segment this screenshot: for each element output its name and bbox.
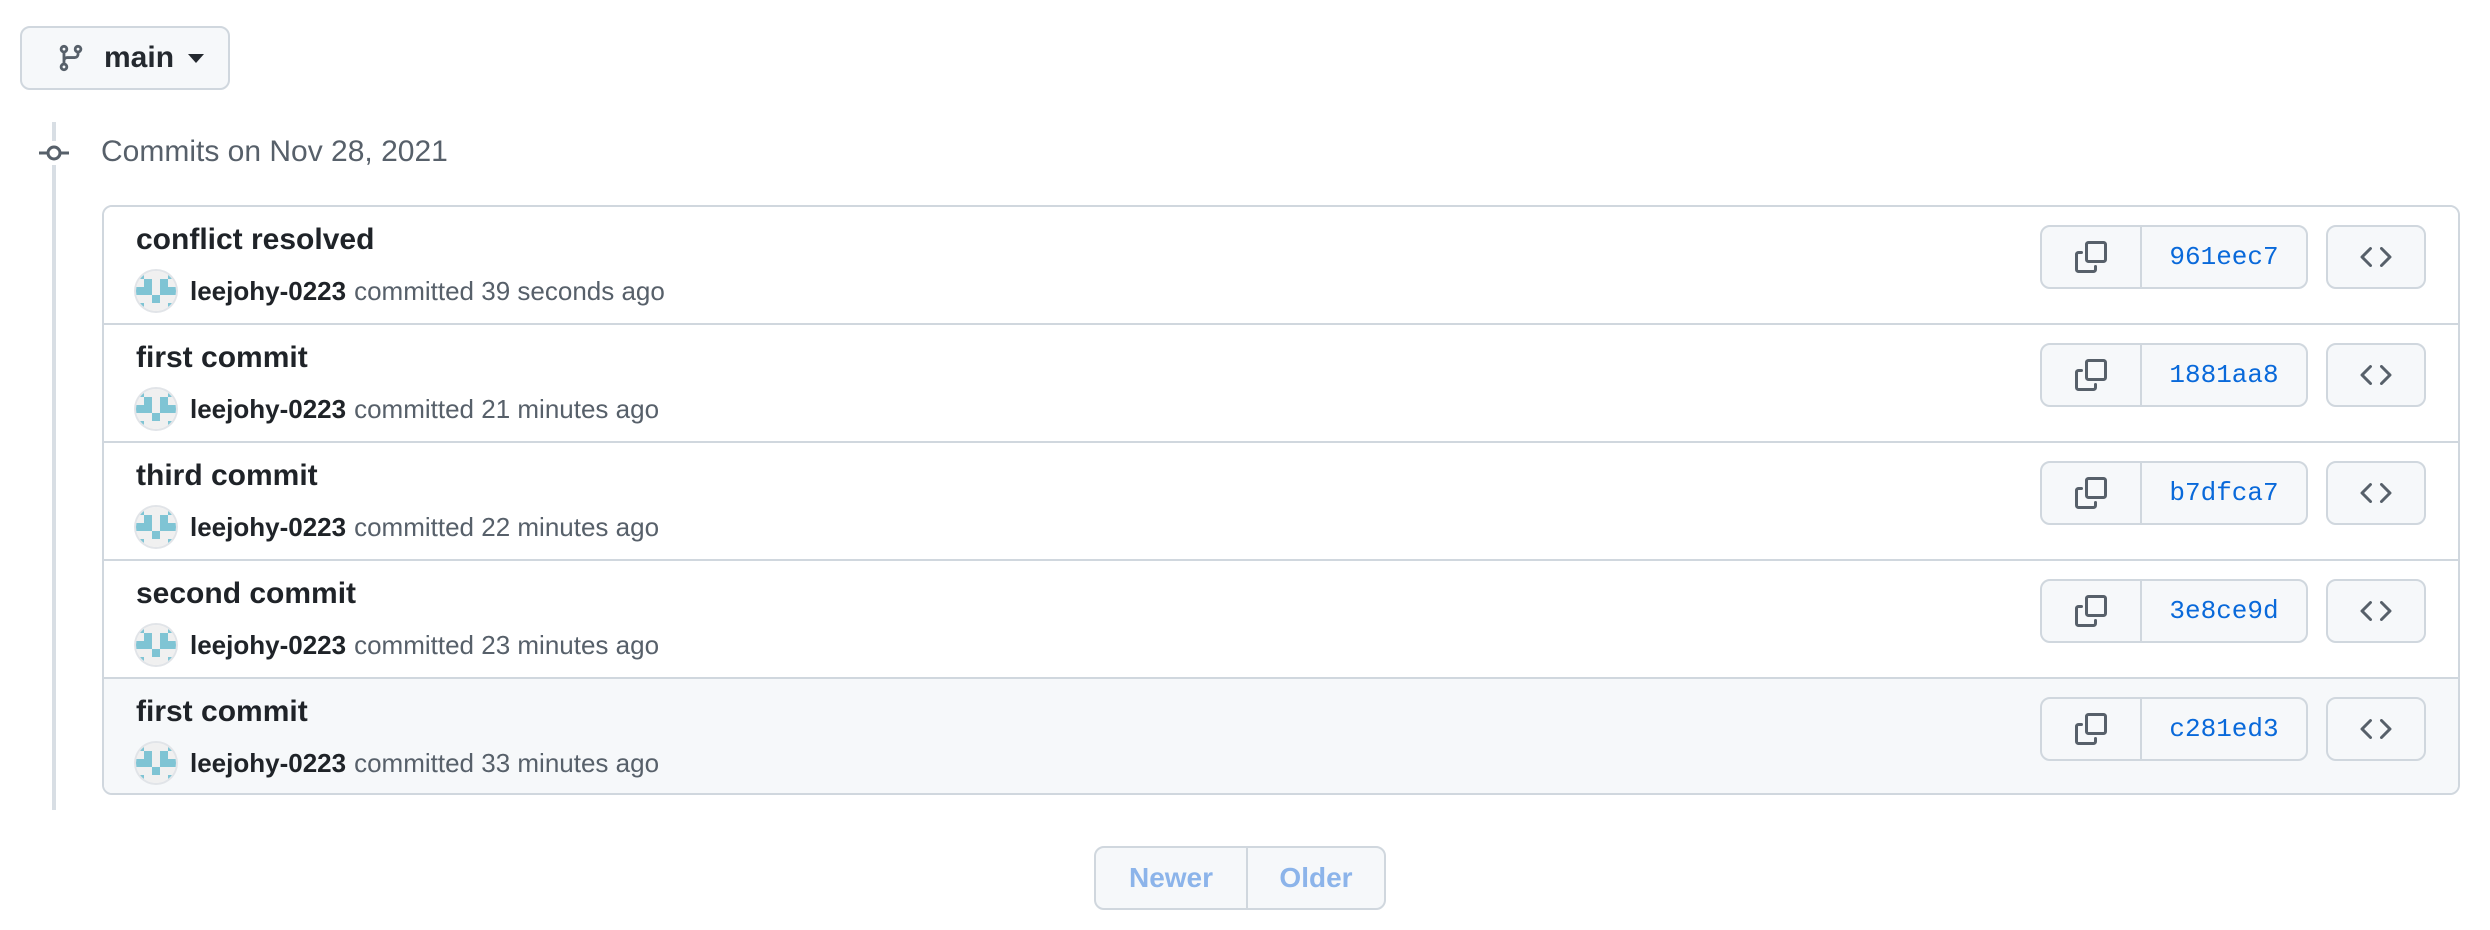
commit-row: first commit leejohy-0223 committed 33 m… — [104, 677, 2458, 793]
commit-sha-link[interactable]: 1881aa8 — [2142, 345, 2306, 405]
commit-row: third commit leejohy-0223 committed 22 m… — [104, 441, 2458, 559]
commit-list: conflict resolved leejohy-0223 committed… — [102, 205, 2460, 795]
commit-author[interactable]: leejohy-0223 — [190, 276, 346, 307]
commit-meta: leejohy-0223 committed 21 minutes ago — [136, 389, 659, 429]
commit-sha-link[interactable]: b7dfca7 — [2142, 463, 2306, 523]
commit-author[interactable]: leejohy-0223 — [190, 394, 346, 425]
git-branch-icon — [56, 43, 86, 73]
caret-down-icon — [188, 53, 205, 63]
code-icon — [2360, 241, 2392, 273]
copy-icon — [2075, 241, 2107, 273]
commit-meta: leejohy-0223 committed 33 minutes ago — [136, 743, 659, 783]
commit-meta: leejohy-0223 committed 23 minutes ago — [136, 625, 659, 665]
copy-icon — [2075, 359, 2107, 391]
code-icon — [2360, 713, 2392, 745]
avatar[interactable] — [136, 507, 176, 547]
timeline-line — [52, 122, 56, 810]
commit-meta: leejohy-0223 committed 22 minutes ago — [136, 507, 659, 547]
pagination: Newer Older — [1094, 846, 1386, 910]
commit-action: committed — [354, 511, 475, 542]
avatar[interactable] — [136, 389, 176, 429]
code-icon — [2360, 595, 2392, 627]
copy-sha-button[interactable] — [2042, 699, 2142, 759]
avatar[interactable] — [136, 271, 176, 311]
copy-sha-button[interactable] — [2042, 227, 2142, 287]
sha-button-group: 1881aa8 — [2040, 343, 2308, 407]
code-icon — [2360, 359, 2392, 391]
sha-button-group: 3e8ce9d — [2040, 579, 2308, 643]
copy-sha-button[interactable] — [2042, 463, 2142, 523]
commit-meta: leejohy-0223 committed 39 seconds ago — [136, 271, 665, 311]
commit-action: committed — [354, 629, 475, 660]
copy-sha-button[interactable] — [2042, 345, 2142, 405]
commit-time: 39 seconds ago — [481, 275, 665, 306]
commit-author[interactable]: leejohy-0223 — [190, 748, 346, 779]
commit-sha-link[interactable]: 961eec7 — [2142, 227, 2306, 287]
code-icon — [2360, 477, 2392, 509]
branch-name: main — [104, 41, 175, 74]
commit-title[interactable]: second commit — [136, 577, 356, 611]
browse-repo-button[interactable] — [2326, 697, 2426, 761]
commit-action: committed — [354, 275, 475, 306]
commit-author[interactable]: leejohy-0223 — [190, 512, 346, 543]
commit-time: 33 minutes ago — [481, 747, 660, 778]
commit-sha-link[interactable]: 3e8ce9d — [2142, 581, 2306, 641]
avatar[interactable] — [136, 743, 176, 783]
sha-button-group: 961eec7 — [2040, 225, 2308, 289]
older-button[interactable]: Older — [1248, 848, 1384, 908]
commit-time: 22 minutes ago — [481, 511, 660, 542]
sha-button-group: c281ed3 — [2040, 697, 2308, 761]
browse-repo-button[interactable] — [2326, 343, 2426, 407]
commit-title[interactable]: first commit — [136, 695, 308, 729]
copy-sha-button[interactable] — [2042, 581, 2142, 641]
commit-title[interactable]: third commit — [136, 459, 318, 493]
commit-row: conflict resolved leejohy-0223 committed… — [104, 207, 2458, 323]
commit-action: committed — [354, 747, 475, 778]
sha-button-group: b7dfca7 — [2040, 461, 2308, 525]
commit-author[interactable]: leejohy-0223 — [190, 630, 346, 661]
commit-group-title: Commits on Nov 28, 2021 — [101, 135, 448, 168]
copy-icon — [2075, 595, 2107, 627]
commit-sha-link[interactable]: c281ed3 — [2142, 699, 2306, 759]
commit-row: second commit leejohy-0223 committed 23 … — [104, 559, 2458, 677]
newer-button[interactable]: Newer — [1096, 848, 1248, 908]
commit-time: 23 minutes ago — [481, 629, 660, 660]
browse-repo-button[interactable] — [2326, 579, 2426, 643]
avatar[interactable] — [136, 625, 176, 665]
copy-icon — [2075, 713, 2107, 745]
browse-repo-button[interactable] — [2326, 225, 2426, 289]
commit-title[interactable]: conflict resolved — [136, 223, 374, 257]
commit-row: first commit leejohy-0223 committed 21 m… — [104, 323, 2458, 441]
branch-select-button[interactable]: main — [20, 26, 230, 90]
browse-repo-button[interactable] — [2326, 461, 2426, 525]
git-commit-icon — [38, 141, 70, 165]
commit-title[interactable]: first commit — [136, 341, 308, 375]
commit-action: committed — [354, 393, 475, 424]
commit-time: 21 minutes ago — [481, 393, 660, 424]
copy-icon — [2075, 477, 2107, 509]
